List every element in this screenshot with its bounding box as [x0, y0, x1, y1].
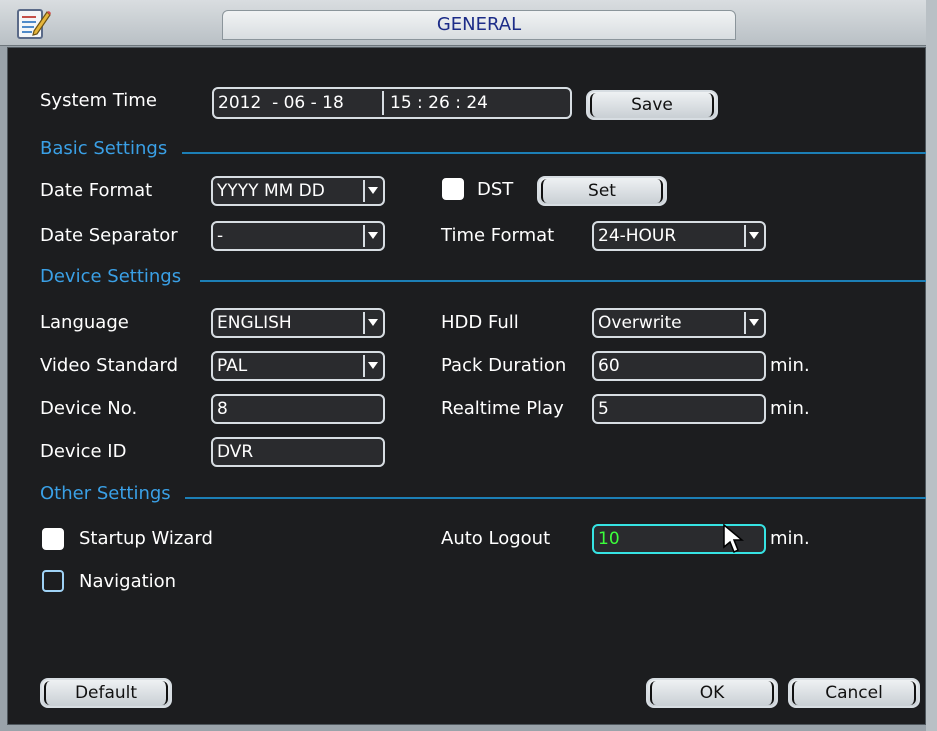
pack-duration-value: 60 [598, 356, 620, 376]
system-time-label: System Time [40, 90, 157, 111]
section-basic-settings: Basic Settings [40, 138, 168, 159]
device-no-input[interactable]: 8 [211, 394, 385, 424]
system-date-field[interactable]: 2012 - 06 - 18 [218, 90, 344, 116]
video-standard-label: Video Standard [40, 355, 179, 376]
date-separator-value: - [217, 226, 224, 246]
realtime-play-unit: min. [770, 398, 810, 419]
video-standard-dropdown[interactable]: PAL [211, 351, 385, 381]
realtime-play-label: Realtime Play [441, 398, 564, 419]
default-button-label: Default [74, 683, 138, 703]
language-label: Language [40, 312, 129, 333]
cancel-button[interactable]: Cancel [788, 678, 920, 708]
cancel-button-label: Cancel [825, 683, 883, 703]
date-format-label: Date Format [40, 180, 153, 201]
time-format-value: 24-HOUR [598, 226, 677, 246]
notepad-pencil-icon [17, 9, 51, 39]
navigation-label: Navigation [79, 571, 177, 592]
general-settings-window: GENERAL System Time 2012 - 06 - 18 15 : … [0, 0, 937, 731]
system-time-input[interactable]: 2012 - 06 - 18 15 : 26 : 24 [212, 87, 572, 119]
device-id-value: DVR [217, 442, 254, 462]
time-format-label: Time Format [441, 225, 555, 246]
startup-wizard-checkbox[interactable] [42, 528, 64, 550]
date-separator-dropdown[interactable]: - [211, 221, 385, 251]
pack-duration-unit: min. [770, 355, 810, 376]
window-title: GENERAL [222, 10, 736, 40]
device-no-value: 8 [217, 399, 228, 419]
device-id-label: Device ID [40, 441, 127, 462]
time-format-dropdown[interactable]: 24-HOUR [592, 221, 766, 251]
auto-logout-label: Auto Logout [441, 528, 551, 549]
dst-checkbox[interactable] [442, 178, 464, 200]
section-divider-device [200, 280, 926, 282]
hdd-full-dropdown[interactable]: Overwrite [592, 308, 766, 338]
device-no-label: Device No. [40, 398, 138, 419]
startup-wizard-label: Startup Wizard [79, 528, 213, 549]
chevron-down-icon[interactable] [744, 225, 762, 247]
ok-button-label: OK [699, 683, 725, 703]
hdd-full-value: Overwrite [598, 313, 682, 333]
default-button[interactable]: Default [40, 678, 172, 708]
realtime-play-value: 5 [598, 399, 609, 419]
section-divider-other [185, 497, 926, 499]
dst-set-button-label: Set [588, 181, 616, 201]
title-bar: GENERAL [0, 0, 937, 46]
section-other-settings: Other Settings [40, 483, 171, 504]
save-time-button-label: Save [631, 95, 673, 115]
window-side-border [926, 0, 937, 731]
auto-logout-unit: min. [770, 528, 810, 549]
date-time-divider [382, 91, 384, 115]
section-divider-basic [182, 152, 926, 154]
language-value: ENGLISH [217, 313, 292, 333]
device-id-input[interactable]: DVR [211, 437, 385, 467]
date-format-value: YYYY MM DD [217, 181, 325, 201]
date-format-dropdown[interactable]: YYYY MM DD [211, 176, 385, 206]
chevron-down-icon[interactable] [744, 312, 762, 334]
ok-button[interactable]: OK [646, 678, 778, 708]
auto-logout-value: 10 [598, 529, 620, 549]
chevron-down-icon[interactable] [363, 312, 381, 334]
video-standard-value: PAL [217, 356, 248, 376]
chevron-down-icon[interactable] [363, 225, 381, 247]
chevron-down-icon[interactable] [363, 180, 381, 202]
system-clock-field[interactable]: 15 : 26 : 24 [390, 90, 488, 116]
dst-set-button[interactable]: Set [537, 176, 667, 206]
pack-duration-label: Pack Duration [441, 355, 567, 376]
hdd-full-label: HDD Full [441, 312, 519, 333]
mouse-pointer-icon [723, 524, 744, 554]
language-dropdown[interactable]: ENGLISH [211, 308, 385, 338]
section-device-settings: Device Settings [40, 266, 182, 287]
navigation-checkbox[interactable] [42, 570, 64, 592]
chevron-down-icon[interactable] [363, 355, 381, 377]
pack-duration-input[interactable]: 60 [592, 351, 766, 381]
dst-label: DST [477, 179, 514, 200]
date-separator-label: Date Separator [40, 225, 178, 246]
save-time-button[interactable]: Save [586, 90, 718, 120]
realtime-play-input[interactable]: 5 [592, 394, 766, 424]
